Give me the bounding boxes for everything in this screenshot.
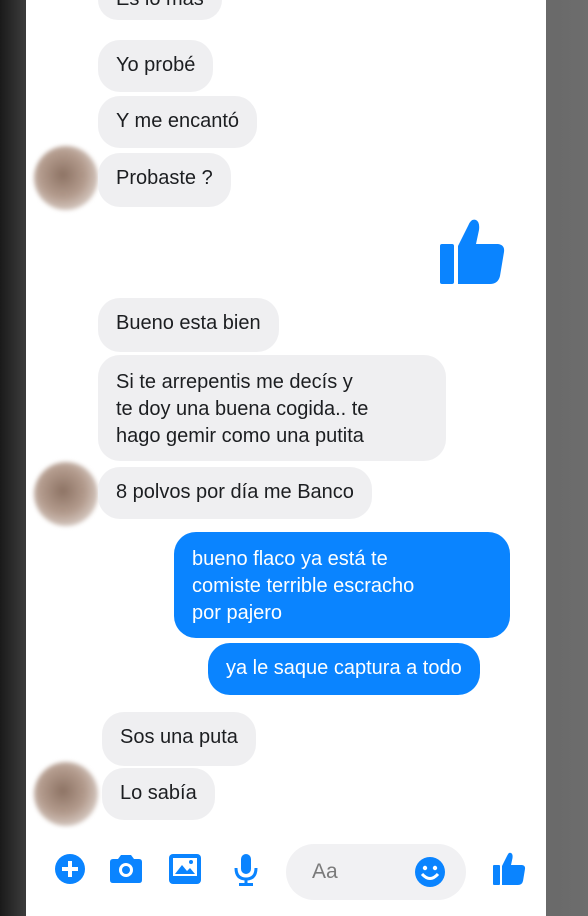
message-input-placeholder: Aa — [312, 860, 338, 883]
composer-bar: Aa — [26, 830, 546, 916]
like-icon[interactable] — [492, 850, 526, 886]
message-incoming: Probaste ? — [98, 153, 231, 207]
message-incoming: Lo sabía — [102, 768, 215, 820]
message-incoming: 8 polvos por día me Banco — [98, 467, 372, 519]
message-outgoing: ya le saque captura a todo — [208, 643, 480, 695]
message-incoming: Es lo más — [98, 0, 222, 20]
sent-like-icon — [440, 219, 505, 284]
message-outgoing: bueno flaco ya está te comiste terrible … — [174, 532, 510, 638]
contact-avatar[interactable] — [34, 762, 98, 826]
contact-avatar[interactable] — [34, 146, 98, 210]
message-incoming: Si te arrepentis me decís y te doy una b… — [98, 355, 446, 461]
contact-avatar[interactable] — [34, 462, 98, 526]
microphone-icon[interactable] — [232, 853, 260, 887]
chat-screen: Es lo más Yo probé Y me encantó Probaste… — [26, 0, 546, 916]
message-incoming: Bueno esta bien — [98, 298, 279, 352]
message-input[interactable]: Aa — [286, 844, 466, 900]
camera-icon[interactable] — [108, 853, 144, 885]
message-incoming: Sos una puta — [102, 712, 256, 766]
message-incoming: Y me encantó — [98, 96, 258, 148]
gallery-icon[interactable] — [168, 853, 202, 885]
plus-icon[interactable] — [54, 853, 86, 885]
emoji-icon[interactable] — [414, 856, 446, 888]
message-incoming: Yo probé — [98, 40, 214, 92]
